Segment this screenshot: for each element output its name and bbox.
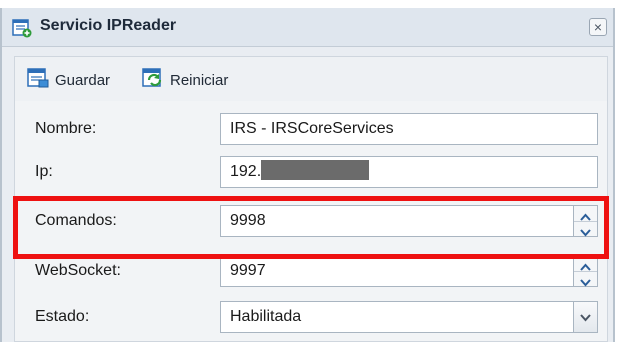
comandos-label: Comandos: [35,212,117,229]
estado-select[interactable]: Habilitada [220,301,598,333]
comandos-field[interactable]: 9998 [220,205,598,237]
websocket-label: WebSocket: [35,262,121,279]
row-nombre: Nombre: IRS - IRSCoreServices [15,109,609,149]
window-title: Servicio IPReader [40,17,177,34]
websocket-value: 9997 [230,262,266,279]
estado-value: Habilitada [230,308,302,325]
close-icon: × [593,19,603,35]
websocket-field[interactable]: 9997 [220,255,598,287]
comandos-spin-down[interactable] [574,221,597,237]
estado-label: Estado: [35,308,90,325]
websocket-spin-down[interactable] [574,271,597,287]
close-button[interactable]: × [589,18,607,36]
restart-icon [142,67,170,93]
row-estado: Estado: Habilitada [15,297,609,337]
nombre-label: Nombre: [35,120,97,137]
row-ip: Ip: 192. [15,152,609,192]
websocket-spin-up[interactable] [574,256,597,272]
window-titlebar: Servicio IPReader × [2,8,613,47]
form-panel: Guardar Reiniciar Nombre: IRS - IRSCoreS… [14,56,608,342]
service-window: Servicio IPReader × Guardar Reiniciar No… [0,8,615,342]
ip-field[interactable]: 192. [220,156,598,188]
restart-label: Reiniciar [170,71,229,89]
websocket-spinner [573,256,597,287]
chevron-down-icon [580,229,591,237]
ip-value: 192. [230,163,262,180]
row-comandos: Comandos: 9998 [15,201,609,241]
estado-dropdown-button[interactable] [573,302,597,332]
comandos-value: 9998 [230,212,266,229]
save-label: Guardar [55,71,111,89]
comandos-spinner [573,206,597,237]
restart-button[interactable]: Reiniciar [142,67,229,93]
nombre-value: IRS - IRSCoreServices [230,120,394,137]
chevron-down-icon [580,314,591,322]
nombre-field[interactable]: IRS - IRSCoreServices [220,113,598,145]
service-form-icon [12,18,32,38]
save-button[interactable]: Guardar [27,67,111,93]
toolbar: Guardar Reiniciar [15,57,607,101]
top-strip [0,0,617,8]
ip-label: Ip: [35,163,53,180]
chevron-down-icon [580,279,591,287]
save-icon [27,67,55,93]
comandos-spin-up[interactable] [574,206,597,222]
row-websocket: WebSocket: 9997 [15,251,609,291]
redaction-block [261,160,370,181]
